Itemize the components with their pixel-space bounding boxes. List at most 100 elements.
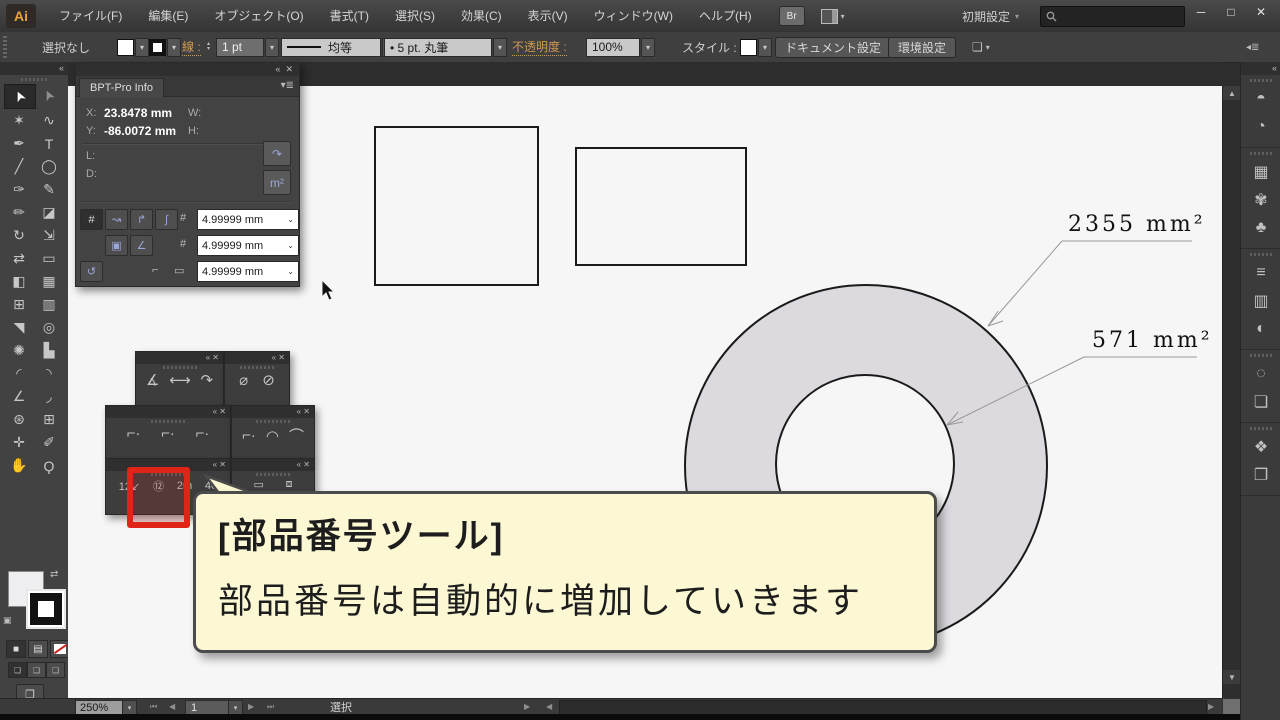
bpt-angle-toggle[interactable]: ∠ (130, 235, 153, 256)
panel-color-guide-button[interactable]: ◔ (1241, 113, 1280, 141)
perspective-grid-tool[interactable]: ▦ (34, 270, 64, 293)
menu-select[interactable]: 選択(S) (382, 0, 448, 32)
type-tool[interactable]: T (34, 132, 64, 155)
bpt-area-button[interactable]: m² (263, 170, 291, 195)
bpt-fillet-r2-icon[interactable]: ⌐· (161, 425, 175, 442)
width-profile-combo[interactable]: 均等 ▾ (281, 32, 396, 62)
column-graph-tool[interactable]: ▙ (34, 339, 64, 362)
bpt-arc-length-button[interactable]: ↷ (263, 141, 291, 166)
blob-brush-tool[interactable]: ✏ (4, 201, 34, 224)
opacity-combo[interactable]: 100% ▾ (586, 32, 655, 62)
zoom-level-field[interactable]: 250% (75, 700, 127, 715)
preferences-button[interactable]: 環境設定 (888, 37, 956, 58)
bpt-fillet-angle-tool[interactable]: ◝ (34, 362, 64, 385)
blend-tool[interactable]: ◎ (34, 316, 64, 339)
bpt-offset-combo-2[interactable]: 4.99999 mm⌄ (197, 235, 299, 256)
bpt-fillet-r1-icon[interactable]: ⌐· (127, 425, 141, 442)
panel-symbols-button[interactable]: ♣ (1241, 214, 1280, 242)
menu-edit[interactable]: 編集(E) (135, 0, 201, 32)
last-artboard-button[interactable]: ⏭ (267, 700, 275, 713)
pen-tool[interactable]: ✒ (4, 132, 34, 155)
symbol-sprayer-tool[interactable]: ✺ (4, 339, 34, 362)
bpt-path-toggle-2[interactable]: ↱ (130, 209, 153, 230)
bpt-corner-tool[interactable]: ◞ (34, 385, 64, 408)
draw-behind-button[interactable]: ❏ (27, 662, 46, 678)
maximize-button[interactable]: □ (1216, 0, 1246, 24)
menu-view[interactable]: 表示(V) (515, 0, 581, 32)
drag-grip[interactable] (3, 36, 7, 58)
magic-wand-tool[interactable]: ✶ (4, 109, 34, 132)
panel-brushes-button[interactable]: ✾ (1241, 186, 1280, 214)
zoom-dropdown-button[interactable]: ▾ (122, 700, 137, 715)
menu-window[interactable]: ウィンドウ(W) (581, 0, 686, 32)
panel-gradient-button[interactable]: ▥ (1241, 287, 1280, 315)
menu-help[interactable]: ヘルプ(H) (686, 0, 765, 32)
menu-type[interactable]: 書式(T) (317, 0, 382, 32)
status-popup-icon[interactable]: ▶ (524, 700, 531, 713)
selection-tool[interactable]: ➤ (4, 84, 36, 109)
bpt-angle-measure-icon[interactable]: ∡ (146, 371, 159, 389)
bpt-panel-tab[interactable]: BPT-Pro Info (79, 78, 164, 97)
bpt-transform-toggle[interactable]: # (80, 209, 103, 230)
palette-bar[interactable]: « ✕ (225, 352, 289, 364)
scroll-up-icon[interactable]: ▲ (1223, 86, 1241, 100)
panel-transparency-button[interactable]: ◐ (1241, 315, 1280, 343)
panel-layers-button[interactable]: ❖ (1241, 433, 1280, 461)
gradient-button[interactable]: ▤ (28, 640, 48, 658)
bpt-arc-measure-icon[interactable]: ↷ (201, 371, 214, 389)
menu-effect[interactable]: 効果(C) (448, 0, 515, 32)
fill-color-well[interactable]: ▾ (117, 32, 149, 62)
eraser-tool[interactable]: ◪ (34, 201, 64, 224)
panel-stroke-button[interactable]: ≡ (1241, 259, 1280, 287)
minimize-button[interactable]: ─ (1186, 0, 1216, 24)
next-artboard-button[interactable]: ▶ (248, 700, 255, 713)
collapse-control-panel-button[interactable]: ◂≣ (1246, 32, 1259, 62)
bpt-curve-toggle[interactable]: ∫ (155, 209, 178, 230)
direct-selection-tool[interactable]: ➤ (34, 84, 64, 107)
scroll-right-icon[interactable]: ▶ (1208, 700, 1215, 713)
tools-collapse-bar[interactable]: « (0, 62, 68, 75)
panel-appearance-button[interactable]: ◌ (1241, 360, 1280, 388)
eyedropper-tool[interactable]: ◥ (4, 316, 34, 339)
panel-color-button[interactable]: ◓ (1241, 85, 1280, 113)
scroll-down-icon[interactable]: ▼ (1223, 670, 1241, 684)
panel-menu-icon[interactable]: ▾≣ (281, 80, 294, 91)
bpt-offset-combo-1[interactable]: 4.99999 mm⌄ (197, 209, 299, 230)
color-button[interactable]: ■ (6, 640, 26, 658)
rotate-tool[interactable]: ↻ (4, 224, 34, 247)
collapse-icon[interactable]: « (275, 64, 280, 74)
first-artboard-button[interactable]: ⏮ (150, 700, 158, 713)
bpt-offset-combo-3[interactable]: 4.99999 mm⌄ (197, 261, 299, 282)
stroke-link[interactable]: 線 : (182, 32, 201, 62)
stroke-weight-stepper[interactable]: ▴▾ (207, 32, 212, 62)
stroke-color-well[interactable]: ▾ (149, 32, 181, 62)
document-setup-button[interactable]: ドキュメント設定 (775, 37, 891, 58)
bpt-width-measure-icon[interactable]: ⟷ (169, 371, 191, 389)
vertical-scrollbar[interactable]: ▲ ▼ (1222, 86, 1241, 698)
bridge-button[interactable]: Br (779, 6, 805, 26)
pencil-tool[interactable]: ✎ (34, 178, 64, 201)
width-tool[interactable]: ⇄ (4, 247, 34, 270)
bpt-arc-pt-icon[interactable]: ◠ (266, 427, 279, 445)
bpt-part-number-tool[interactable]: ⊛ (4, 408, 34, 431)
previous-artboard-button[interactable]: ◀ (169, 700, 176, 713)
slice-tool[interactable]: ✐ (34, 431, 64, 454)
palette-bar[interactable]: « ✕ (136, 352, 223, 364)
rectangle-shape[interactable] (576, 148, 746, 265)
bpt-curve-pt-icon[interactable]: ⌒ (289, 425, 304, 446)
arrange-documents-button[interactable]: ▾ (821, 9, 845, 24)
panel-swatches-button[interactable]: ▦ (1241, 158, 1280, 186)
brush-definition-combo[interactable]: • 5 pt. 丸筆 ▾ (384, 32, 507, 62)
spin-down-icon[interactable]: ▾ (207, 47, 210, 52)
line-segment-tool[interactable]: ╱ (4, 155, 34, 178)
scale-tool[interactable]: ⇲ (34, 224, 64, 247)
edit-selected-paths-button[interactable]: ❏ ▾ (972, 32, 990, 62)
bpt-rotate-toggle[interactable]: ↺ (80, 261, 103, 282)
palette-bar[interactable]: « ✕ (106, 406, 230, 418)
panel-artboards-button[interactable]: ❐ (1241, 461, 1280, 489)
draw-normal-button[interactable]: ❏ (8, 662, 27, 678)
bpt-corner-pt-icon[interactable]: ⌐· (242, 427, 256, 444)
shape-builder-tool[interactable]: ◧ (4, 270, 34, 293)
ellipse-tool[interactable]: ◯ (34, 155, 64, 178)
bpt-fillet-tool[interactable]: ◜ (4, 362, 34, 385)
